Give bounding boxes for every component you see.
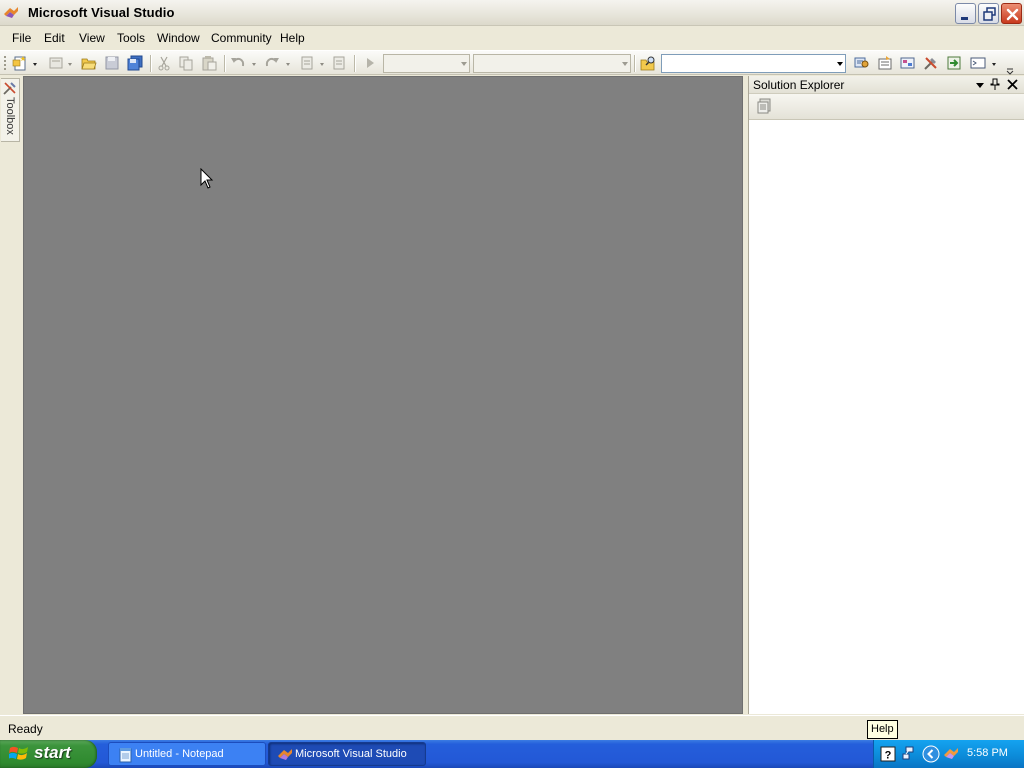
taskbar-button-label: Untitled - Notepad [135,748,224,760]
visual-studio-icon [278,749,292,760]
restore-button[interactable] [978,3,999,24]
taskbar-button-visual-studio[interactable]: Microsoft Visual Studio [268,742,426,766]
minimize-icon [961,17,968,20]
menu-file[interactable]: File [12,31,31,45]
toolbar-options-icon[interactable] [1005,59,1015,75]
solution-explorer-toolbar [749,94,1024,120]
auto-hide-pin-icon[interactable] [990,78,1000,90]
minimize-button[interactable] [955,3,976,24]
new-project-icon[interactable] [12,55,28,71]
taskbar: start Untitled - Notepad Microsoft Visua… [0,740,1024,768]
mouse-cursor-icon [200,168,214,189]
document-area[interactable] [23,76,743,714]
copy-icon[interactable] [178,55,194,71]
svg-text:?: ? [885,750,892,762]
menu-bar: File Edit View Tools Window Community He… [0,27,1024,49]
dropdown-arrow-icon[interactable] [990,55,998,71]
visual-studio-icon[interactable] [3,5,19,21]
show-hidden-icons-icon[interactable] [922,745,940,763]
dropdown-arrow-icon[interactable] [250,55,258,71]
toolbar-separator [224,55,225,72]
system-tray: ? 5:58 PM [873,740,1024,768]
undo-icon[interactable] [230,55,246,71]
properties-window-icon[interactable] [877,55,893,71]
toolbar-separator [354,55,355,72]
solution-explorer-header: Solution Explorer [749,76,1024,94]
command-window-icon[interactable] [970,55,986,71]
navigate-backward-icon[interactable] [299,55,315,71]
redo-icon[interactable] [264,55,280,71]
taskbar-button-label: Microsoft Visual Studio [295,748,407,760]
windows-logo-icon [9,746,28,760]
menu-edit[interactable]: Edit [44,31,65,45]
taskbar-button-notepad[interactable]: Untitled - Notepad [108,742,266,766]
solution-explorer-title: Solution Explorer [753,78,845,92]
properties-icon[interactable] [757,98,773,114]
dropdown-arrow-icon[interactable] [31,55,39,71]
restore-icon [983,7,996,21]
toolbox-tab[interactable]: Toolbox [1,78,20,142]
toolbox-dock-strip [0,76,22,714]
toolbox-window-icon[interactable] [923,55,939,71]
find-combo[interactable] [661,54,846,73]
cut-icon[interactable] [156,55,172,71]
toolbox-label: Toolbox [4,97,16,135]
dropdown-arrow-icon[interactable] [66,55,74,71]
menu-tools[interactable]: Tools [117,31,145,45]
menu-community[interactable]: Community [211,31,272,45]
status-text: Ready [8,722,43,736]
menu-window[interactable]: Window [157,31,200,45]
start-button[interactable]: start [0,740,97,768]
toolbar-grip-icon[interactable] [3,55,9,71]
help-tooltip: Help [867,720,898,739]
notepad-icon [119,748,132,763]
save-icon[interactable] [104,55,120,71]
window-title: Microsoft Visual Studio [28,5,175,20]
toolbar-separator [634,55,635,72]
dropdown-arrow-icon[interactable] [284,55,292,71]
solution-explorer-panel: Solution Explorer [748,76,1024,714]
add-item-icon[interactable] [48,55,64,71]
close-button[interactable] [1001,3,1022,24]
object-browser-icon[interactable] [900,55,916,71]
network-icon[interactable] [902,746,918,762]
help-icon[interactable]: ? [880,746,896,762]
navigate-forward-icon[interactable] [331,55,347,71]
window-position-dropdown-icon[interactable] [975,80,985,90]
visual-studio-tray-icon[interactable] [943,746,959,762]
paste-icon[interactable] [201,55,217,71]
start-page-icon[interactable] [946,55,962,71]
toolbar-separator [150,55,151,72]
solution-explorer-icon[interactable] [854,55,870,71]
platform-combo[interactable] [473,54,631,73]
menu-help[interactable]: Help [280,31,305,45]
toolbox-icon [3,82,16,95]
title-bar[interactable]: Microsoft Visual Studio [0,0,1024,26]
configuration-combo[interactable] [383,54,470,73]
clock[interactable]: 5:58 PM [967,747,1008,759]
solution-explorer-tree[interactable] [749,120,1024,714]
start-label: start [34,743,71,762]
dropdown-arrow-icon[interactable] [318,55,326,71]
close-icon [1006,8,1019,21]
find-in-files-icon[interactable] [640,55,656,71]
close-panel-icon[interactable] [1007,79,1018,90]
save-all-icon[interactable] [127,55,143,71]
standard-toolbar [0,50,1024,75]
open-file-icon[interactable] [81,55,97,71]
menu-view[interactable]: View [79,31,105,45]
start-debugging-icon[interactable] [362,55,378,71]
